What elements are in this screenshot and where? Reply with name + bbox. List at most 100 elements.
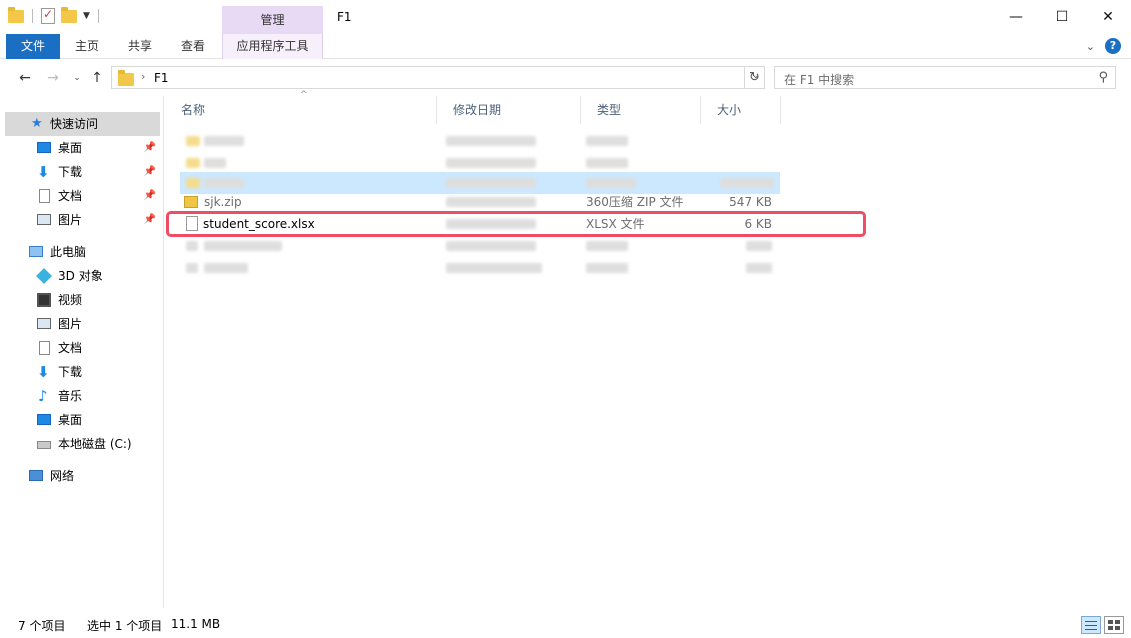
sidebar-item-quick-access[interactable]: ★ 快速访问 xyxy=(5,112,160,136)
details-view-button[interactable] xyxy=(1081,616,1101,634)
file-type: 360压缩 ZIP 文件 xyxy=(586,195,684,209)
large-icons-view-button[interactable] xyxy=(1104,616,1124,634)
list-item[interactable] xyxy=(180,130,780,152)
column-type[interactable]: 类型 xyxy=(581,96,701,124)
sidebar-item-pictures-pc[interactable]: 图片 xyxy=(5,312,160,336)
search-icon[interactable]: ⚲ xyxy=(1098,70,1108,85)
sidebar-item-label: 图片 xyxy=(58,213,83,227)
properties-icon[interactable] xyxy=(41,7,55,24)
navigation-pane[interactable]: ★ 快速访问 桌面 📌 ⬇ 下载 📌 文档 📌 图片 📌 此电脑 3D 对象 视… xyxy=(0,96,164,608)
disk-icon xyxy=(37,441,51,449)
sidebar-item-local-disk[interactable]: 本地磁盘 (C:) xyxy=(5,432,160,456)
minimize-button[interactable]: — xyxy=(993,0,1039,34)
sidebar-item-label: 桌面 xyxy=(58,413,83,427)
new-folder-icon[interactable] xyxy=(61,6,77,23)
back-arrow-icon[interactable]: ← xyxy=(14,68,36,88)
blurred-file-icon xyxy=(186,263,198,273)
sidebar-item-label: 文档 xyxy=(58,189,83,203)
blurred-text xyxy=(204,263,248,273)
ribbon-tabs: 文件 主页 共享 查看 应用程序工具 ⌄ ? xyxy=(0,34,1131,59)
blurred-text xyxy=(586,241,628,251)
sidebar-item-label: 此电脑 xyxy=(50,245,87,259)
address-path[interactable]: F1 xyxy=(154,71,169,85)
pin-icon: 📌 xyxy=(143,142,156,153)
sidebar-item-desktop[interactable]: 桌面 📌 xyxy=(5,136,160,160)
sidebar-item-network[interactable]: 网络 xyxy=(5,464,160,488)
sidebar-item-downloads[interactable]: ⬇ 下载 📌 xyxy=(5,160,160,184)
download-icon: ⬇ xyxy=(37,163,50,181)
blurred-text xyxy=(204,158,226,168)
sidebar-item-this-pc[interactable]: 此电脑 xyxy=(5,240,160,264)
sidebar-item-desktop-pc[interactable]: 桌面 xyxy=(5,408,160,432)
close-button[interactable]: ✕ xyxy=(1085,0,1131,34)
sidebar-item-documents-pc[interactable]: 文档 xyxy=(5,336,160,360)
sidebar-item-label: 下载 xyxy=(58,165,83,179)
list-item[interactable] xyxy=(180,235,780,257)
up-arrow-icon[interactable]: ↑ xyxy=(86,68,108,88)
sidebar-item-label: 桌面 xyxy=(58,141,83,155)
list-item[interactable]: sjk.zip 360压缩 ZIP 文件 547 KB xyxy=(180,191,780,213)
blurred-file-icon xyxy=(186,178,200,188)
refresh-icon[interactable]: ↻ xyxy=(744,66,765,89)
sidebar-item-label: 视频 xyxy=(58,293,83,307)
selected-size: 11.1 MB xyxy=(171,617,221,631)
blurred-text xyxy=(204,178,244,188)
chevron-down-icon[interactable]: ⌄ xyxy=(1086,40,1095,53)
tab-share[interactable]: 共享 xyxy=(117,34,163,59)
maximize-button[interactable]: ☐ xyxy=(1039,0,1085,34)
music-icon: ♪ xyxy=(38,387,48,405)
title-bar: ▼ 管理 F1 — ☐ ✕ xyxy=(0,0,1131,34)
pin-icon: 📌 xyxy=(143,190,156,201)
blurred-text xyxy=(204,136,244,146)
blurred-text xyxy=(720,178,774,188)
blurred-text xyxy=(586,178,636,188)
document-icon xyxy=(39,341,50,355)
tab-home[interactable]: 主页 xyxy=(64,34,110,59)
recent-locations-icon[interactable]: ⌄ xyxy=(66,68,88,88)
sidebar-item-pictures[interactable]: 图片 📌 xyxy=(5,208,160,232)
window-title: F1 xyxy=(337,10,352,24)
folder-icon xyxy=(8,6,24,23)
customize-toolbar-icon[interactable]: ▼ xyxy=(83,11,90,21)
path-separator-icon[interactable]: › xyxy=(141,70,145,83)
blurred-text xyxy=(586,263,628,273)
tab-application-tools[interactable]: 应用程序工具 xyxy=(222,34,323,59)
blurred-text xyxy=(586,136,628,146)
address-bar[interactable]: › F1 ⌄ xyxy=(111,66,765,89)
blurred-text xyxy=(446,136,536,146)
tab-file[interactable]: 文件 xyxy=(6,34,60,59)
forward-arrow-icon[interactable]: → xyxy=(42,68,64,88)
download-icon: ⬇ xyxy=(37,363,50,381)
column-size[interactable]: 大小 xyxy=(701,96,781,124)
sidebar-item-videos[interactable]: 视频 xyxy=(5,288,160,312)
sidebar-item-documents[interactable]: 文档 📌 xyxy=(5,184,160,208)
sidebar-item-3d-objects[interactable]: 3D 对象 xyxy=(5,264,160,288)
sidebar-item-downloads-pc[interactable]: ⬇ 下载 xyxy=(5,360,160,384)
blurred-text xyxy=(446,241,536,251)
blurred-folder-icon xyxy=(186,158,200,168)
folder-icon xyxy=(118,70,134,86)
picture-icon xyxy=(37,214,51,225)
search-input[interactable]: 在 F1 中搜索 ⚲ xyxy=(774,66,1116,89)
column-date[interactable]: 修改日期 xyxy=(437,96,581,124)
column-name[interactable]: 名称 xyxy=(165,96,437,124)
blurred-text xyxy=(446,263,542,273)
tab-view[interactable]: 查看 xyxy=(170,34,216,59)
blurred-file-icon xyxy=(186,241,198,251)
blurred-text xyxy=(446,178,536,188)
search-placeholder: 在 F1 中搜索 xyxy=(784,73,855,87)
blurred-text xyxy=(586,158,628,168)
toolbar-separator xyxy=(97,9,99,23)
quick-access-toolbar: ▼ xyxy=(8,6,101,24)
zip-file-icon xyxy=(184,196,198,208)
selected-count: 选中 1 个项目 xyxy=(87,619,163,633)
sidebar-item-music[interactable]: ♪ 音乐 xyxy=(5,384,160,408)
list-item[interactable] xyxy=(180,257,780,279)
status-bar: 7 个项目 选中 1 个项目 11.1 MB xyxy=(0,610,1131,638)
tab-manage[interactable]: 管理 xyxy=(222,6,323,34)
cube-icon xyxy=(36,268,52,284)
help-icon[interactable]: ? xyxy=(1105,38,1121,54)
network-icon xyxy=(29,470,43,481)
sidebar-item-label: 快速访问 xyxy=(50,117,99,131)
list-item[interactable] xyxy=(180,152,780,174)
